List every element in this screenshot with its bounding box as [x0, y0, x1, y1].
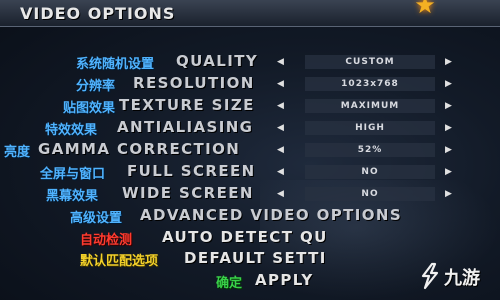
- watermark-text: 九游: [444, 268, 480, 289]
- page-title: VIDEO OPTIONS: [20, 4, 176, 23]
- action-label-en: AUTO DETECT QU: [162, 228, 328, 246]
- option-value: NO: [305, 187, 435, 201]
- arrow-right-icon[interactable]: ▶: [445, 167, 452, 177]
- arrow-right-icon[interactable]: ▶: [445, 79, 452, 89]
- action-label-cn: 默认匹配选项: [80, 254, 159, 269]
- option-value: CUSTOM: [305, 55, 435, 69]
- title-bar: VIDEO OPTIONS ★: [0, 0, 500, 27]
- arrow-right-icon[interactable]: ▶: [445, 101, 452, 111]
- option-row-resolution[interactable]: 分辨率 RESOLUTION ◀ 1023x768 ▶: [0, 74, 500, 94]
- jiuyou-logo-icon: [421, 262, 439, 290]
- jiuyou-watermark: 九游: [418, 262, 498, 296]
- arrow-right-icon[interactable]: ▶: [445, 123, 452, 133]
- arrow-right-icon[interactable]: ▶: [445, 145, 452, 155]
- action-label-cn: 自动检测: [80, 233, 133, 248]
- option-row-full-screen[interactable]: 全屏与窗口 FULL SCREEN ◀ NO ▶: [0, 162, 500, 182]
- arrow-left-icon[interactable]: ◀: [277, 79, 284, 89]
- advanced-video-options-button[interactable]: 高级设置 ADVANCED VIDEO OPTIONS: [0, 206, 500, 226]
- arrow-left-icon[interactable]: ◀: [277, 57, 284, 67]
- arrow-right-icon[interactable]: ▶: [445, 189, 452, 199]
- auto-detect-quality-button[interactable]: 自动检测 AUTO DETECT QU: [0, 228, 345, 248]
- option-row-quality[interactable]: 系统随机设置 QUALITY ◀ CUSTOM ▶: [0, 52, 500, 72]
- option-value: MAXIMUM: [305, 99, 435, 113]
- action-label-en: APPLY: [255, 271, 314, 289]
- option-label-cn: 分辨率: [76, 79, 116, 94]
- option-value: 1023x768: [305, 77, 435, 91]
- option-row-wide-screen[interactable]: 黑幕效果 WIDE SCREEN ◀ NO ▶: [0, 184, 500, 204]
- option-value: HIGH: [305, 121, 435, 135]
- option-label-en: ANTIALIASING: [117, 118, 254, 136]
- arrow-left-icon[interactable]: ◀: [277, 123, 284, 133]
- option-label-en: TEXTURE SIZE: [119, 96, 255, 114]
- arrow-right-icon[interactable]: ▶: [445, 57, 452, 67]
- arrow-left-icon[interactable]: ◀: [277, 167, 284, 177]
- option-label-cn: 全屏与窗口: [40, 167, 106, 182]
- option-label-cn: 系统随机设置: [76, 57, 155, 72]
- option-label-en: FULL SCREEN: [127, 162, 256, 180]
- arrow-left-icon[interactable]: ◀: [277, 189, 284, 199]
- option-row-texture-size[interactable]: 贴图效果 TEXTURE SIZE ◀ MAXIMUM ▶: [0, 96, 500, 116]
- option-label-cn: 贴图效果: [63, 101, 116, 116]
- option-label-en: GAMMA CORRECTION: [38, 140, 241, 158]
- option-label-en: QUALITY: [176, 52, 259, 70]
- default-settings-button[interactable]: 默认匹配选项 DEFAULT SETTI: [0, 249, 345, 269]
- action-label-en: ADVANCED VIDEO OPTIONS: [140, 206, 403, 224]
- option-label-en: WIDE SCREEN: [122, 184, 254, 202]
- option-value: NO: [305, 165, 435, 179]
- star-icon: ★: [414, 0, 436, 19]
- option-value: 52%: [305, 143, 435, 157]
- option-label-en: RESOLUTION: [133, 74, 255, 92]
- option-label-cn: 黑幕效果: [46, 189, 99, 204]
- option-label-cn: 特效效果: [45, 123, 98, 138]
- arrow-left-icon[interactable]: ◀: [277, 145, 284, 155]
- option-row-gamma-correction[interactable]: 亮度 GAMMA CORRECTION ◀ 52% ▶: [0, 140, 500, 160]
- arrow-left-icon[interactable]: ◀: [277, 101, 284, 111]
- option-label-cn: 亮度: [4, 145, 31, 160]
- action-label-cn: 确定: [216, 276, 243, 291]
- action-label-en: DEFAULT SETTI: [184, 249, 327, 267]
- option-row-antialiasing[interactable]: 特效效果 ANTIALIASING ◀ HIGH ▶: [0, 118, 500, 138]
- action-label-cn: 高级设置: [70, 211, 123, 226]
